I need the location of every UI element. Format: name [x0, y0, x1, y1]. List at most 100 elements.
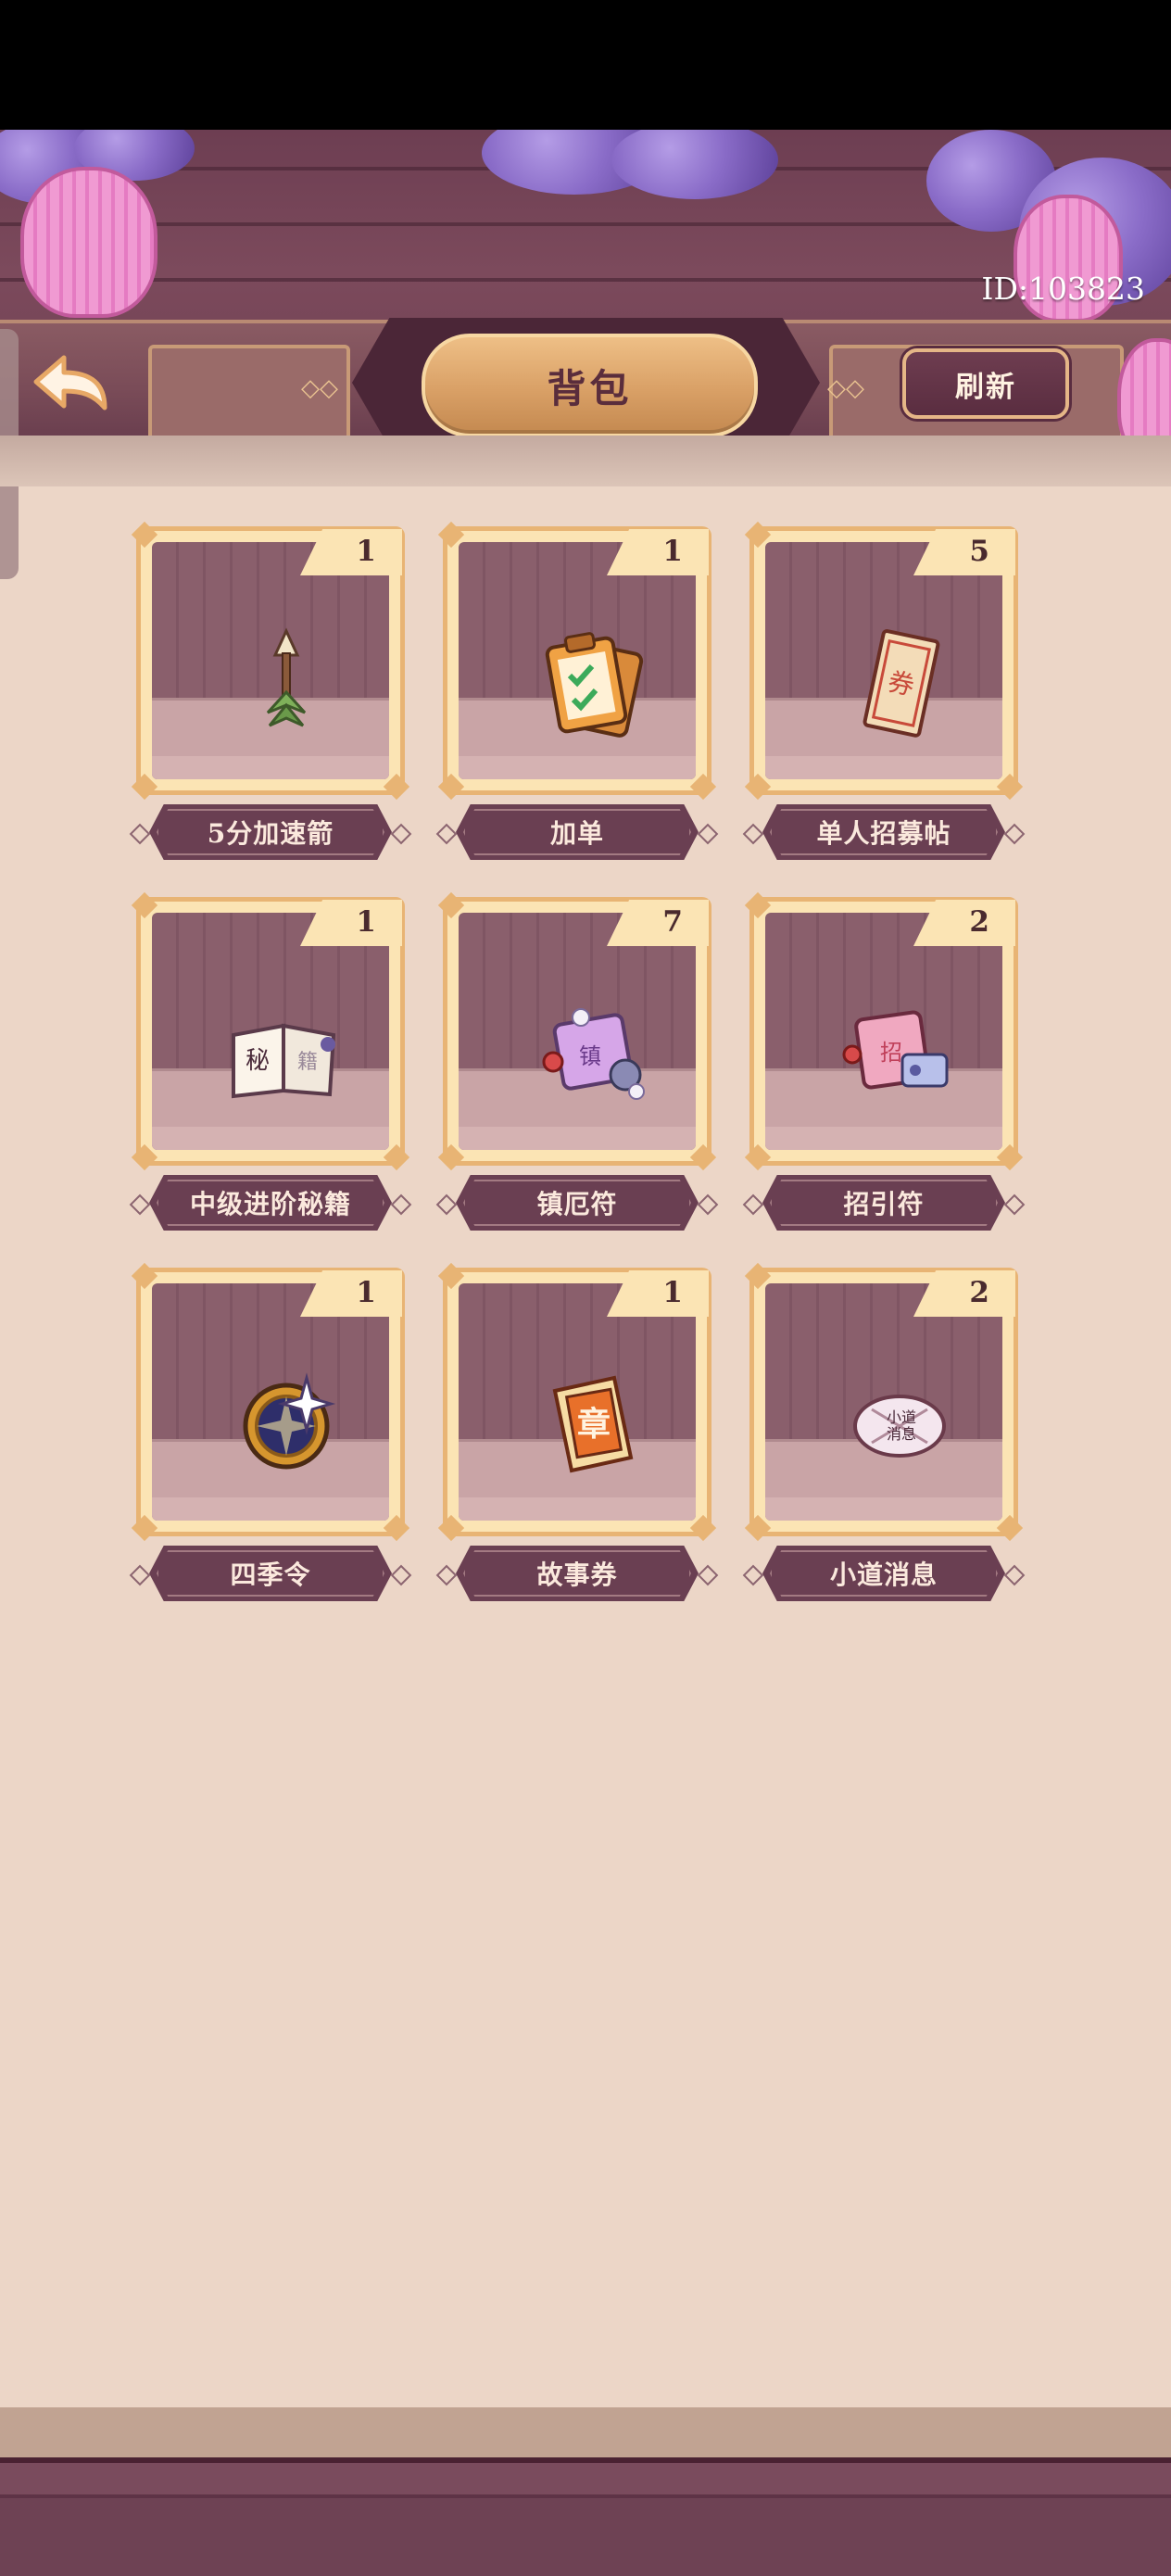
item-slot: 招 — [765, 913, 1002, 1150]
talisman-icon: 镇 — [526, 987, 660, 1120]
inventory-item[interactable]: 券 5 单人招募帖 — [742, 521, 1026, 860]
item-name-ribbon: 加单 — [435, 804, 719, 860]
header-shadow — [0, 436, 1171, 486]
count-tab — [300, 900, 402, 946]
charm-icon: 招 — [833, 987, 966, 1120]
ribbon-dot — [697, 823, 719, 845]
ribbon-inner: 四季令 — [157, 1550, 384, 1597]
count-tab — [300, 529, 402, 575]
item-name: 招引符 — [843, 1189, 925, 1219]
svg-text:籍: 籍 — [297, 1051, 318, 1074]
item-name: 中级进阶秘籍 — [189, 1189, 351, 1219]
ribbon-inner: 单人招募帖 — [770, 809, 998, 855]
item-frame: 1 — [131, 521, 410, 801]
item-name: 镇厄符 — [536, 1189, 618, 1219]
svg-text:消息: 消息 — [887, 1425, 916, 1443]
ribbon-dot — [742, 1193, 764, 1216]
player-id: ID:103823 — [981, 271, 1145, 307]
item-count: 1 — [356, 1276, 376, 1309]
ribbon-dot — [1003, 1564, 1026, 1586]
svg-text:镇: 镇 — [579, 1043, 601, 1069]
ribbon-dot — [742, 823, 764, 845]
scroll-icon: 章 — [526, 1357, 660, 1491]
title-plate: 背包 — [422, 334, 758, 437]
inventory-item[interactable]: 招 2 招引符 — [742, 891, 1026, 1231]
svg-text:招: 招 — [880, 1040, 902, 1066]
item-frame: 1 — [131, 1262, 410, 1542]
inventory-item[interactable]: 小道 消息 2 小道消息 — [742, 1262, 1026, 1601]
item-frame: 秘籍 1 — [131, 891, 410, 1171]
ornament-right: ◇◇ — [827, 374, 864, 402]
item-name: 小道消息 — [829, 1559, 938, 1590]
item-slot — [152, 1283, 389, 1521]
item-name-ribbon: 5分加速箭 — [129, 804, 412, 860]
item-count: 1 — [356, 905, 376, 939]
item-name-ribbon: 四季令 — [129, 1546, 412, 1601]
svg-text:秘: 秘 — [246, 1047, 270, 1075]
arrow-icon — [220, 616, 353, 750]
ribbon-dot — [742, 1564, 764, 1586]
item-slot: 章 — [459, 1283, 696, 1521]
item-count: 7 — [662, 905, 683, 939]
ribbon-dot — [129, 1193, 151, 1216]
item-name-ribbon: 中级进阶秘籍 — [129, 1175, 412, 1231]
ribbon-inner: 加单 — [463, 809, 691, 855]
item-frame: 镇 7 — [437, 891, 717, 1171]
item-count: 5 — [969, 535, 989, 568]
ticket-icon: 券 — [833, 616, 966, 750]
inventory-item[interactable]: 1 四季令 — [129, 1262, 412, 1601]
compass-icon — [220, 1357, 353, 1491]
count-tab — [607, 1270, 709, 1317]
ribbon-inner: 中级进阶秘籍 — [157, 1180, 384, 1226]
count-tab — [913, 900, 1015, 946]
inventory-item[interactable]: 1 5分加速箭 — [129, 521, 412, 860]
item-count: 2 — [969, 905, 989, 939]
svg-text:章: 章 — [577, 1405, 611, 1444]
item-count: 2 — [969, 1276, 989, 1309]
item-frame: 小道 消息 2 — [744, 1262, 1024, 1542]
ribbon-dot — [390, 1564, 412, 1586]
ribbon-inner: 5分加速箭 — [157, 809, 384, 855]
ribbon-inner: 镇厄符 — [463, 1180, 691, 1226]
page-title: 背包 — [547, 365, 633, 411]
svg-text:小道: 小道 — [887, 1408, 916, 1426]
back-button[interactable] — [17, 332, 128, 434]
count-tab — [607, 900, 709, 946]
ornament-left: ◇◇ — [301, 374, 338, 402]
clipboard-icon — [526, 616, 660, 750]
item-name: 单人招募帖 — [816, 818, 951, 849]
item-name-ribbon: 故事券 — [435, 1546, 719, 1601]
item-slot — [152, 542, 389, 779]
inventory-item[interactable]: 镇 7 镇厄符 — [435, 891, 719, 1231]
item-slot: 券 — [765, 542, 1002, 779]
status-bar — [0, 0, 1171, 130]
item-frame: 券 5 — [744, 521, 1024, 801]
item-name-ribbon: 招引符 — [742, 1175, 1026, 1231]
refresh-button[interactable]: 刷新 — [902, 348, 1069, 419]
book-icon: 秘籍 — [220, 987, 353, 1120]
ribbon-dot — [697, 1193, 719, 1216]
footer-floor — [0, 2457, 1171, 2576]
item-slot: 小道 消息 — [765, 1283, 1002, 1521]
item-name-ribbon: 小道消息 — [742, 1546, 1026, 1601]
ribbon-inner: 故事券 — [463, 1550, 691, 1597]
item-count: 1 — [662, 535, 683, 568]
ribbon-inner: 小道消息 — [770, 1550, 998, 1597]
item-name: 5分加速箭 — [207, 818, 334, 849]
count-tab — [913, 1270, 1015, 1317]
item-slot: 镇 — [459, 913, 696, 1150]
ribbon-dot — [129, 823, 151, 845]
ribbon-dot — [697, 1564, 719, 1586]
inventory-item[interactable]: 1 加单 — [435, 521, 719, 860]
rumor-note-icon: 小道 消息 — [833, 1357, 966, 1491]
count-tab — [607, 529, 709, 575]
item-name: 四季令 — [230, 1559, 311, 1590]
inventory-item[interactable]: 章 1 故事券 — [435, 1262, 719, 1601]
inventory-item[interactable]: 秘籍 1 中级进阶秘籍 — [129, 891, 412, 1231]
ribbon-dot — [129, 1564, 151, 1586]
count-tab — [300, 1270, 402, 1317]
back-arrow-icon — [33, 355, 107, 410]
refresh-label: 刷新 — [955, 370, 1016, 404]
ribbon-dot — [435, 1564, 458, 1586]
item-slot — [459, 542, 696, 779]
